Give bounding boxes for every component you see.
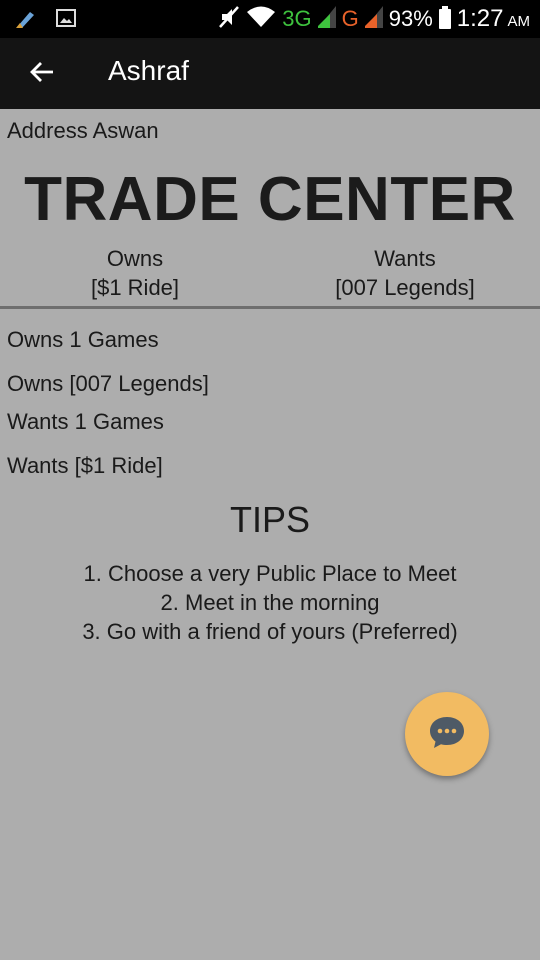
owns-label: Owns [106,246,164,271]
signal-bars-icon [364,5,383,33]
chat-icon [427,712,467,757]
image-icon [56,8,76,33]
page-title: Ashraf [108,55,189,86]
tip-item: 1. Choose a very Public Place to Meet [83,561,457,586]
signal-bars-icon [317,5,336,33]
status-bar: 3G G 93% 1:27 AM [0,0,540,38]
summary-wants-games: Wants [$1 Ride] [7,453,163,478]
network-3g-label: 3G [282,6,312,31]
divider [0,306,540,309]
owns-column: Owns [$1 Ride] [0,244,270,302]
wifi-icon [246,5,276,34]
clock: 1:27 AM [457,5,530,33]
network-g-label: G [341,6,359,31]
clock-ampm: AM [507,13,531,30]
mute-icon [218,5,240,34]
trade-content: Address Aswan TRADE CENTER Owns [$1 Ride… [0,109,540,960]
summary-owns-count: Owns 1 Games [7,327,159,352]
arrow-left-icon [29,60,55,89]
wants-label: Wants [374,246,436,271]
clock-time: 1:27 [456,5,504,32]
address-label: Address Aswan [7,118,159,143]
app-bar: Ashraf [0,38,540,109]
wants-column: Wants [007 Legends] [270,244,540,302]
battery-icon [438,6,451,29]
tip-item: 3. Go with a friend of yours (Preferred) [82,619,458,644]
tip-item: 2. Meet in the morning [160,590,380,615]
wants-value: [007 Legends] [335,275,475,300]
tips-heading: TIPS [229,499,310,540]
battery-percent: 93% [388,6,433,31]
tips-list: 1. Choose a very Public Place to Meet 2.… [0,559,540,646]
cleaner-icon [14,6,40,35]
trade-center-heading: TRADE CENTER [24,165,516,234]
summary-wants-count: Wants 1 Games [7,409,164,434]
summary-owns-games: Owns [007 Legends] [7,371,209,396]
owns-value: [$1 Ride] [90,275,180,300]
chat-button[interactable] [405,692,489,776]
back-button[interactable] [24,56,60,92]
